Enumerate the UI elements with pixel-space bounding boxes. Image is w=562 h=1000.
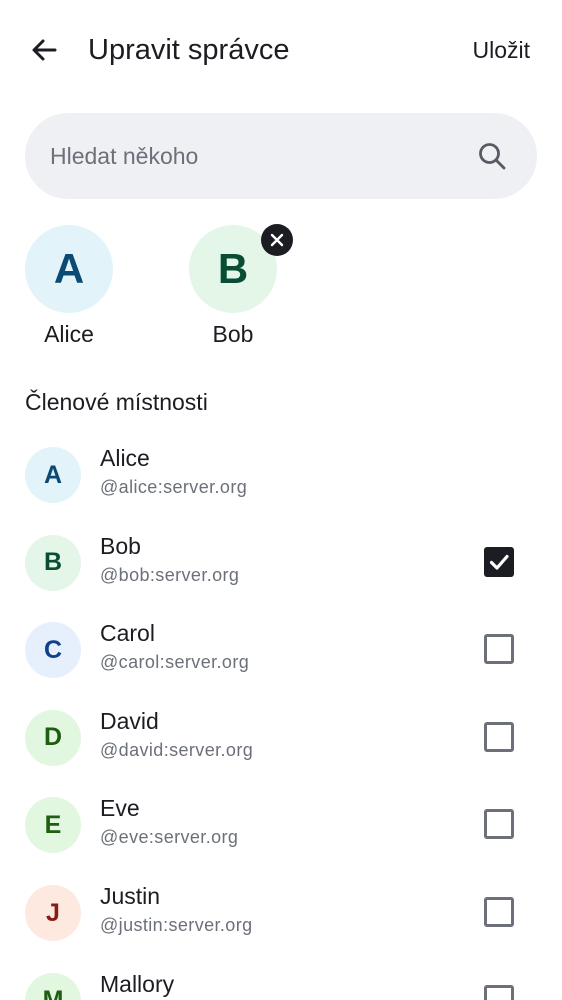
member-checkbox[interactable] <box>484 809 514 840</box>
member-row[interactable]: M Mallory <box>0 957 562 1000</box>
member-name: Justin <box>100 883 161 909</box>
avatar: C <box>25 622 81 679</box>
edit-admins-screen: Upravit správce Uložit AAliceBBob Členov… <box>0 0 562 1000</box>
avatar: A <box>25 447 81 503</box>
section-title: Členové místnosti <box>25 389 208 415</box>
member-checkbox[interactable] <box>484 546 514 577</box>
member-name: Eve <box>100 795 140 822</box>
search-bar[interactable] <box>25 113 537 199</box>
member-name: Alice <box>100 445 150 471</box>
close-icon <box>270 233 284 247</box>
member-row[interactable]: J Justin @justin:server.org <box>0 869 562 956</box>
member-row[interactable]: D David @david:server.org <box>0 694 562 781</box>
member-checkbox[interactable] <box>484 721 514 752</box>
member-checkbox[interactable] <box>484 897 514 927</box>
page-title: Upravit správce <box>88 34 290 66</box>
member-checkbox[interactable] <box>484 984 514 1000</box>
member-user-id: @alice:server.org <box>100 477 248 497</box>
selected-user: A Alice <box>25 225 113 347</box>
avatar: J <box>25 885 81 941</box>
arrow-left-icon <box>32 39 57 61</box>
remove-user-button[interactable] <box>261 224 293 256</box>
avatar: E <box>25 797 81 854</box>
member-user-id: @david:server.org <box>100 739 254 760</box>
avatar: D <box>25 709 81 766</box>
member-user-id: @eve:server.org <box>100 827 239 848</box>
member-user-id: @carol:server.org <box>100 652 250 673</box>
selected-user-name: Alice <box>44 321 94 347</box>
member-checkbox[interactable] <box>484 634 514 665</box>
check-icon <box>489 554 509 570</box>
member-user-id: @justin:server.org <box>100 915 253 935</box>
member-name: Carol <box>100 620 155 647</box>
selected-users: A Alice B Bob <box>0 220 562 360</box>
member-row[interactable]: B Bob @bob:server.org <box>0 519 562 606</box>
selected-user-name: Bob <box>212 321 254 347</box>
member-row[interactable]: E Eve @eve:server.org <box>0 781 562 868</box>
member-user-id: @bob:server.org <box>100 564 240 585</box>
back-button[interactable] <box>22 28 66 72</box>
selected-user: B Bob <box>189 224 293 347</box>
avatar: A <box>25 225 113 313</box>
member-name: Mallory <box>100 970 175 997</box>
member-row[interactable]: A Alice @alice:server.org <box>0 431 562 518</box>
search-icon <box>479 143 506 170</box>
member-row[interactable]: C Carol @carol:server.org <box>0 606 562 693</box>
avatar: B <box>25 534 81 591</box>
avatar: M <box>25 972 81 1000</box>
top-app-bar: Upravit správce Uložit <box>0 0 562 100</box>
member-name: David <box>100 707 159 734</box>
search-input[interactable] <box>50 113 470 199</box>
save-button[interactable]: Uložit <box>472 32 530 68</box>
member-name: Bob <box>100 532 141 559</box>
